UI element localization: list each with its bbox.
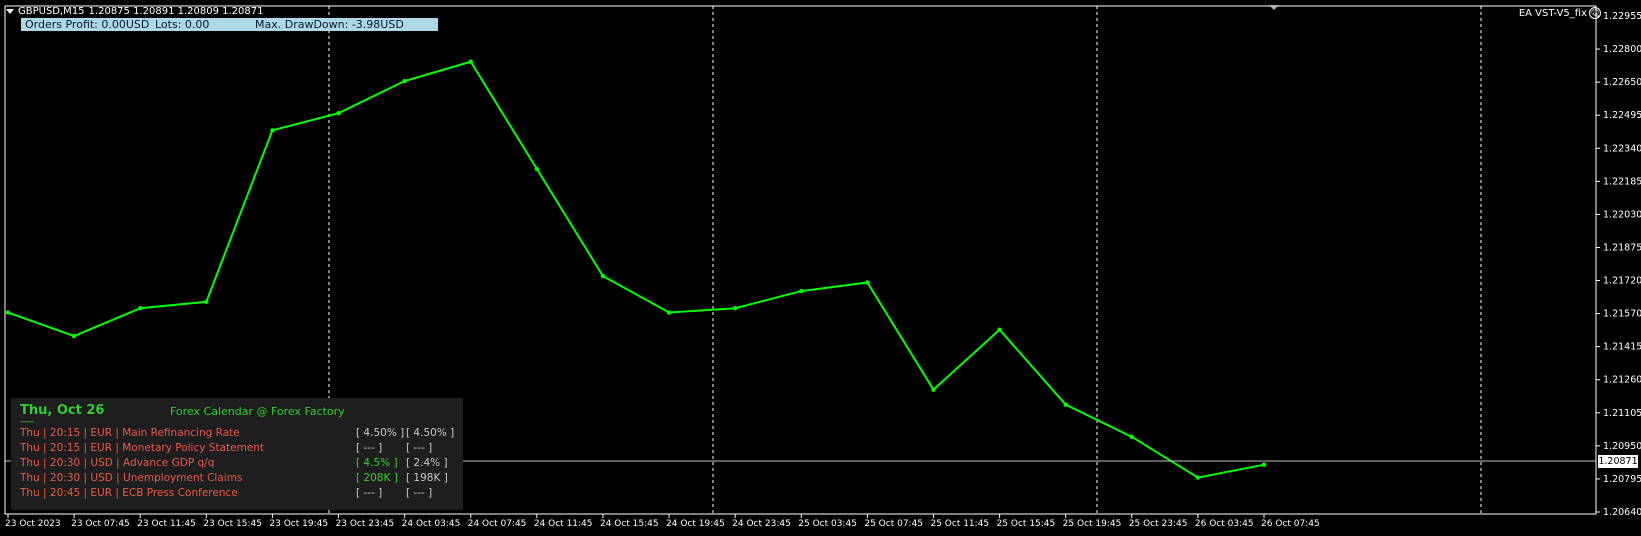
event-actual: [ 208K ] xyxy=(356,472,398,484)
ea-info-bar: Orders Profit: 0.00USD Lots: 0.00 Max. D… xyxy=(21,18,438,31)
price-point xyxy=(1195,475,1201,480)
price-tick-label: 1.22340 xyxy=(1603,143,1641,154)
price-axis: 1.22955 1.22800 1.22650 1.22495 1.22340 1.221… xyxy=(1596,11,1641,518)
price-point xyxy=(204,299,209,304)
event-forecast: [ 2.4% ] xyxy=(406,457,448,469)
time-tick-label: 23 Oct 19:45 xyxy=(269,519,328,529)
price-tick-label: 1.21260 xyxy=(1603,375,1641,386)
time-tick-label: 23 Oct 07:45 xyxy=(71,519,130,529)
max-drawdown: Max. DrawDown: -3.98USD xyxy=(255,18,404,31)
ohlc-values: 1.20875 1.20891 1.20809 1.20871 xyxy=(88,6,264,17)
event-description: Thu | 20:45 | EUR | ECB Press Conference xyxy=(20,487,238,499)
price-point xyxy=(138,306,143,311)
price-point xyxy=(732,306,738,311)
lots: Lots: 0.00 xyxy=(155,18,210,31)
dropdown-triangle-icon[interactable] xyxy=(6,9,14,14)
scroll-marker-icon[interactable] xyxy=(1269,5,1279,10)
event-forecast: [ --- ] xyxy=(406,442,433,454)
smiley-icon[interactable]: ☺ xyxy=(1589,7,1601,19)
time-tick-label: 25 Oct 03:45 xyxy=(798,519,857,529)
time-tick-label: 24 Oct 11:45 xyxy=(534,519,593,529)
event-description: Thu | 20:15 | EUR | Main Refinancing Rat… xyxy=(20,427,240,439)
price-tick-label: 1.20640 xyxy=(1603,507,1641,518)
price-point xyxy=(865,280,870,285)
time-tick-label: 24 Oct 23:45 xyxy=(732,519,791,529)
calendar-event-row: Thu | 20:45 | EUR | ECB Press Conference… xyxy=(20,486,460,500)
current-price-tag: 1.20871 xyxy=(1598,455,1638,468)
price-point xyxy=(1063,402,1068,407)
calendar-event-row: Thu | 20:30 | USD | Unemployment Claims [… xyxy=(20,471,460,485)
price-point xyxy=(1129,434,1134,440)
price-tick-label: 1.21720 xyxy=(1603,276,1641,287)
orders-profit: Orders Profit: 0.00USD xyxy=(25,18,150,31)
price-tick-label: 1.22650 xyxy=(1603,77,1641,88)
time-tick-label: 24 Oct 03:45 xyxy=(402,519,461,529)
calendar-event-row: Thu | 20:15 | EUR | Monetary Policy Stat… xyxy=(20,441,460,455)
price-point xyxy=(5,310,11,315)
price-point xyxy=(270,128,275,133)
event-description: Thu | 20:15 | EUR | Monetary Policy Stat… xyxy=(20,442,265,454)
chart-header: GBPUSD,M15 1.20875 1.20891 1.20809 1.208… xyxy=(6,6,264,17)
price-point xyxy=(1261,462,1267,467)
time-tick-label: 26 Oct 03:45 xyxy=(1195,519,1254,529)
price-point xyxy=(534,166,540,172)
expert-advisor-label[interactable]: EA VST-V5_fix ☺ xyxy=(1519,7,1601,19)
forex-calendar-panel: Thu, Oct 26 Forex Calendar @ Forex Facto… xyxy=(11,398,463,510)
price-tick-label: 1.22495 xyxy=(1603,110,1641,121)
price-point xyxy=(931,387,936,392)
price-tick-label: 1.22185 xyxy=(1603,176,1641,187)
price-point xyxy=(336,110,341,116)
time-tick-label: 24 Oct 19:45 xyxy=(666,519,725,529)
calendar-event-row: Thu | 20:30 | USD | Advance GDP q/q [ 4.5… xyxy=(20,456,460,470)
price-point xyxy=(71,333,77,339)
price-tick-label: 1.20950 xyxy=(1603,441,1641,452)
price-point xyxy=(468,59,473,64)
price-point xyxy=(402,78,407,84)
event-forecast: [ 198K ] xyxy=(406,472,448,484)
event-description: Thu | 20:30 | USD | Unemployment Claims xyxy=(20,472,243,484)
event-actual: [ --- ] xyxy=(356,442,383,454)
price-point xyxy=(600,273,606,279)
time-tick-label: 23 Oct 2023 xyxy=(5,519,61,529)
event-actual: [ 4.5% ] xyxy=(356,457,398,469)
time-tick-label: 24 Oct 15:45 xyxy=(600,519,659,529)
time-tick-label: 25 Oct 19:45 xyxy=(1063,519,1122,529)
price-tick-label: 1.22955 xyxy=(1603,11,1641,22)
time-tick-label: 23 Oct 15:45 xyxy=(203,519,262,529)
event-actual: [ 4.50% ] xyxy=(356,427,405,439)
event-description: Thu | 20:30 | USD | Advance GDP q/q xyxy=(20,457,215,469)
time-tick-label: 25 Oct 07:45 xyxy=(864,519,923,529)
price-tick-label: 1.22800 xyxy=(1603,44,1641,55)
price-tick-label: 1.21875 xyxy=(1603,242,1641,253)
ea-name: EA VST-V5_fix xyxy=(1518,7,1587,19)
chart-grid xyxy=(328,6,1482,514)
time-axis: 23 Oct 2023 23 Oct 07:45 23 Oct 11:45 23 Oc… xyxy=(5,514,1320,529)
calendar-title: Forex Calendar @ Forex Factory xyxy=(170,405,345,418)
calendar-event-row: Thu | 20:15 | EUR | Main Refinancing Rat… xyxy=(20,426,460,440)
event-forecast: [ --- ] xyxy=(406,487,433,499)
price-tick-label: 1.21570 xyxy=(1603,309,1641,320)
price-point xyxy=(666,310,672,315)
calendar-date: Thu, Oct 26 xyxy=(20,403,105,418)
event-actual: [ --- ] xyxy=(356,487,383,499)
price-point xyxy=(997,327,1002,332)
time-tick-label: 25 Oct 23:45 xyxy=(1129,519,1188,529)
time-tick-label: 26 Oct 07:45 xyxy=(1261,519,1320,529)
price-point xyxy=(799,288,804,294)
time-tick-label: 23 Oct 23:45 xyxy=(336,519,395,529)
time-tick-label: 23 Oct 11:45 xyxy=(137,519,196,529)
price-tick-label: 1.20795 xyxy=(1603,474,1641,485)
price-tick-label: 1.22030 xyxy=(1603,209,1641,220)
time-tick-label: 24 Oct 07:45 xyxy=(468,519,527,529)
time-tick-label: 25 Oct 15:45 xyxy=(997,519,1056,529)
price-tick-label: 1.21415 xyxy=(1603,342,1641,353)
time-tick-label: 25 Oct 11:45 xyxy=(930,519,989,529)
symbol-label: GBPUSD,M15 xyxy=(18,6,85,17)
price-tick-label: 1.21105 xyxy=(1603,408,1641,419)
event-forecast: [ 4.50% ] xyxy=(406,427,455,439)
